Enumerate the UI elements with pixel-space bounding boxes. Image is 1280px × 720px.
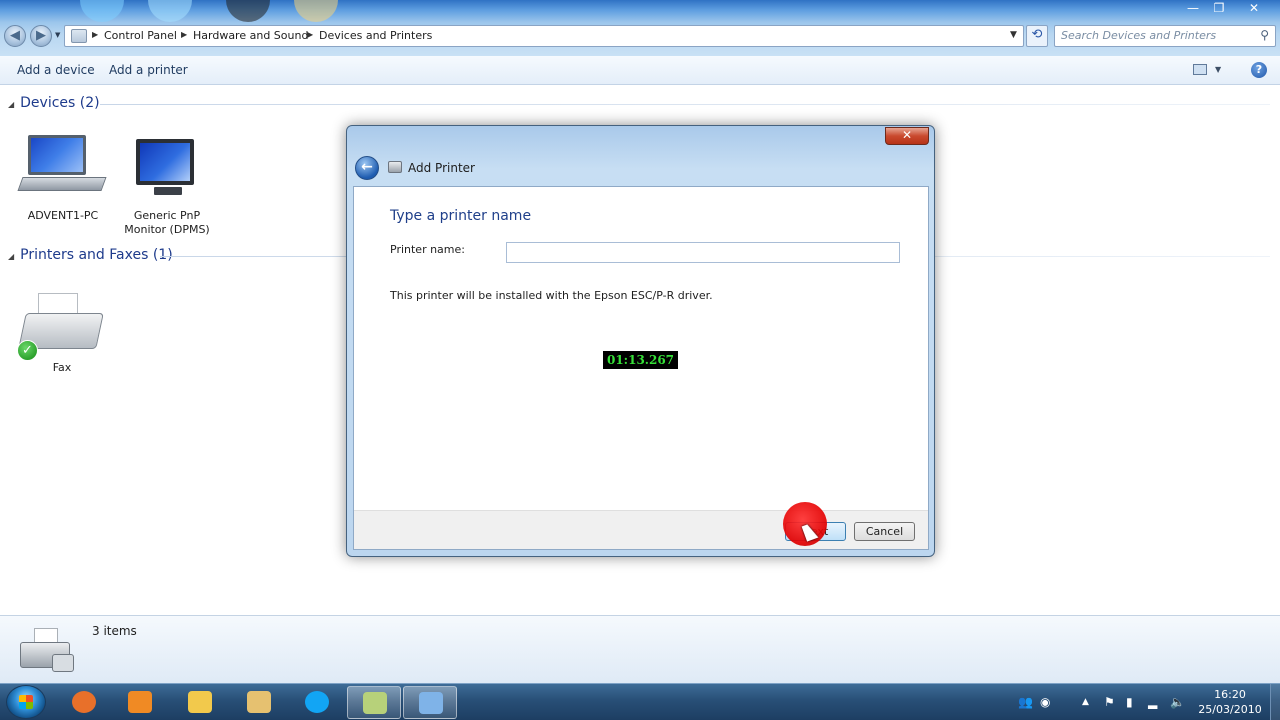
dialog-close-button[interactable]: ✕ (885, 127, 929, 145)
taskbar-file-explorer[interactable] (173, 686, 227, 719)
printer-icon (388, 161, 402, 173)
printer-camera-icon (18, 624, 76, 676)
recording-timer: 01:13.267 (603, 351, 678, 369)
dialog-body: Type a printer name Printer name: This p… (353, 186, 929, 550)
default-printer-check-icon: ✓ (17, 340, 38, 361)
breadcrumb-hardware-and-sound[interactable]: Hardware and Sound (193, 29, 308, 42)
collapse-icon[interactable]: ◢ (8, 252, 14, 261)
device-label: Generic PnP Monitor (DPMS) (124, 209, 210, 236)
taskbar: 👥 ◉ ▲ ⚑ ▮ ▂ 🔈 16:20 25/03/2010 (0, 683, 1280, 720)
device-generic-pnp-monitor[interactable]: Generic PnP Monitor (DPMS) (122, 125, 212, 240)
chevron-down-icon[interactable]: ▼ (1010, 30, 1017, 40)
group-header-devices[interactable]: ◢ Devices (2) (8, 95, 100, 111)
details-pane: 3 items (0, 615, 1280, 683)
volume-icon[interactable]: 🔈 (1170, 695, 1185, 709)
search-placeholder: Search Devices and Printers (1061, 29, 1217, 42)
folder-icon (247, 691, 271, 713)
chevron-down-icon[interactable]: ▼ (1215, 65, 1221, 74)
search-icon[interactable]: ⚲ (1260, 28, 1269, 42)
recent-pages-dropdown[interactable]: ▼ (55, 31, 60, 39)
device-advent1-pc[interactable]: ADVENT1-PC (17, 125, 108, 235)
group-divider (100, 104, 1270, 105)
collapse-icon[interactable]: ◢ (8, 100, 14, 109)
device-label: ADVENT1-PC (27, 209, 99, 222)
maximize-button[interactable]: ❐ (1208, 0, 1230, 18)
item-count: 3 items (92, 624, 137, 638)
taskbar-media-player[interactable] (113, 686, 167, 719)
help-icon[interactable]: ? (1251, 62, 1267, 78)
monitor-icon (154, 187, 182, 195)
dialog-footer: Next Cancel (354, 510, 928, 549)
window-titlebar: — ❐ ✕ ◀ ▶ ▼ ▶ Control Panel ▶ Hardware a… (0, 0, 1280, 56)
refresh-button[interactable]: ⟲ (1026, 25, 1048, 47)
view-options-icon[interactable] (1193, 64, 1207, 75)
desktop-icon-blob (294, 0, 338, 22)
control-panel-icon (419, 692, 443, 714)
group-header-printers[interactable]: ◢ Printers and Faxes (1) (8, 247, 173, 263)
desktop-icon-blob (80, 0, 124, 22)
printer-name-label: Printer name: (390, 243, 465, 256)
address-bar[interactable]: ▶ Control Panel ▶ Hardware and Sound ▶ D… (64, 25, 1024, 47)
command-bar: Add a device Add a printer ▼ ? (0, 56, 1280, 85)
desktop-icon-blob (148, 0, 192, 22)
breadcrumb-devices-and-printers[interactable]: Devices and Printers (319, 29, 432, 42)
forward-button[interactable]: ▶ (30, 25, 52, 47)
breadcrumb-separator-icon[interactable]: ▶ (181, 30, 187, 39)
taskbar-skype[interactable] (290, 686, 344, 719)
dialog-title: Add Printer (408, 161, 475, 175)
add-printer-dialog: ✕ ← Add Printer Type a printer name Prin… (346, 125, 935, 557)
desktop-icon-blob (226, 0, 270, 22)
breadcrumb-separator-icon[interactable]: ▶ (92, 30, 98, 39)
power-icon[interactable]: ▮ (1126, 695, 1133, 709)
dialog-back-button[interactable]: ← (355, 156, 379, 180)
search-input[interactable]: Search Devices and Printers ⚲ (1054, 25, 1276, 47)
show-desktop-button[interactable] (1270, 684, 1280, 720)
cancel-button[interactable]: Cancel (854, 522, 915, 541)
control-panel-icon (71, 29, 87, 43)
taskbar-notes[interactable] (347, 686, 401, 719)
clock-time[interactable]: 16:20 (1200, 688, 1260, 701)
printer-name-input[interactable] (506, 242, 900, 263)
users-icon[interactable]: 👥 (1018, 695, 1033, 709)
network-icon[interactable]: ◉ (1040, 695, 1050, 709)
device-label: Fax (52, 361, 72, 374)
show-hidden-icons-icon[interactable]: ▲ (1082, 697, 1089, 707)
laptop-icon (17, 177, 107, 191)
start-button[interactable] (6, 685, 46, 719)
signal-icon[interactable]: ▂ (1148, 695, 1157, 709)
breadcrumb-separator-icon[interactable]: ▶ (307, 30, 313, 39)
firefox-icon (72, 691, 96, 713)
taskbar-control-panel[interactable] (403, 686, 457, 719)
monitor-icon (136, 139, 194, 185)
file-explorer-icon (188, 691, 212, 713)
media-player-icon (128, 691, 152, 713)
back-button[interactable]: ◀ (4, 25, 26, 47)
add-printer-button[interactable]: Add a printer (109, 63, 188, 77)
taskbar-folder[interactable] (232, 686, 286, 719)
windows-logo-icon (19, 695, 33, 709)
driver-note: This printer will be installed with the … (390, 289, 713, 302)
skype-icon (305, 691, 329, 713)
action-center-flag-icon[interactable]: ⚑ (1104, 695, 1115, 709)
minimize-button[interactable]: — (1182, 0, 1204, 18)
taskbar-firefox[interactable] (57, 686, 111, 719)
close-button[interactable]: ✕ (1236, 0, 1272, 18)
laptop-icon (28, 135, 86, 175)
add-device-button[interactable]: Add a device (17, 63, 95, 77)
dialog-heading: Type a printer name (390, 208, 532, 224)
notes-icon (363, 692, 387, 714)
printer-fax[interactable]: ✓ Fax (14, 285, 110, 385)
breadcrumb-control-panel[interactable]: Control Panel (104, 29, 177, 42)
clock-date[interactable]: 25/03/2010 (1198, 703, 1262, 716)
